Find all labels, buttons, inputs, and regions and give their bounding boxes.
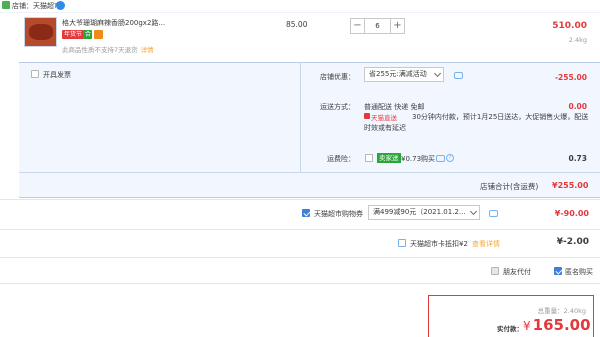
voucher-amount: ¥-90.00 — [554, 209, 589, 218]
insurance-checkbox[interactable] — [365, 154, 373, 162]
return-note-text: 此商品性质不支持7天退货 — [62, 46, 138, 54]
pay-label: 实付款： — [497, 325, 523, 333]
help-icon[interactable]: ? — [446, 154, 454, 162]
currency-symbol: ¥ — [523, 319, 531, 333]
shipping-method: 普通配送 快递 免邮 — [364, 103, 425, 111]
shipping-desc-2: 时效或有延迟 — [364, 124, 406, 132]
insurance-price: ¥0.73购买 — [401, 155, 436, 163]
coupon-selected: 省255元:满减活动 — [369, 70, 427, 78]
total-weight: 总重量：2.40kg — [537, 307, 586, 315]
insurance-amount: 0.73 — [568, 154, 587, 163]
shop-name[interactable]: 店铺：天猫超市 — [12, 1, 61, 11]
coupon-label: 店铺优惠： — [320, 73, 355, 81]
product-title[interactable]: 格大爷珊瑚麻辣香肠200gx2路... — [62, 18, 165, 28]
anonymous-label: 匿名购买 — [565, 268, 593, 276]
coupon-amount: -255.00 — [554, 73, 587, 82]
wangwang-chat-icon[interactable] — [56, 1, 65, 10]
pay-amount-value: 165.00 — [532, 316, 591, 334]
shop-bar: 店铺：天猫超市 — [0, 0, 600, 12]
shop-icon — [2, 1, 10, 9]
order-options-panel — [19, 62, 600, 198]
card-checkbox[interactable] — [398, 239, 406, 247]
chevron-down-icon — [433, 69, 442, 78]
message-icon[interactable] — [436, 155, 445, 162]
line-total: 510.00 — [552, 21, 587, 31]
qty-minus-button[interactable]: − — [351, 19, 364, 33]
pay-amount: ¥165.00 — [523, 316, 591, 334]
friend-pay-label: 朋友代付 — [503, 268, 531, 276]
voucher-checkbox[interactable] — [302, 209, 310, 217]
card-icon — [94, 30, 103, 39]
shipping-amount: 0.00 — [568, 102, 587, 111]
card-label: 天猫超市卡抵扣¥2 — [410, 240, 468, 248]
return-detail-link[interactable]: 详情 — [141, 46, 154, 54]
invoice-label: 开具发票 — [43, 71, 71, 79]
friend-pay-checkbox[interactable] — [491, 267, 499, 275]
divider — [0, 257, 600, 258]
invoice-checkbox[interactable] — [31, 70, 39, 78]
divider — [0, 229, 600, 230]
tmall-icon — [364, 113, 370, 119]
qty-plus-button[interactable]: + — [391, 19, 404, 33]
divider — [0, 199, 600, 200]
shop-total-amount: ¥255.00 — [552, 181, 589, 190]
insurance-badge: 卖家送 — [377, 153, 401, 163]
tmall-direct-label: 天猫直送 — [371, 114, 397, 122]
divider — [0, 283, 600, 284]
qty-input[interactable]: 6 — [364, 19, 391, 33]
card-amount: ¥-2.00 — [556, 237, 589, 247]
quantity-stepper: − 6 + — [350, 18, 405, 34]
insurance-label: 运费险： — [327, 155, 355, 163]
unit-price: 85.00 — [286, 20, 308, 29]
divider — [300, 62, 301, 172]
divider — [19, 172, 600, 173]
shop-total-label: 店铺合计(含运费) — [480, 182, 539, 191]
shipping-label: 运送方式： — [320, 103, 355, 111]
anonymous-checkbox[interactable] — [554, 267, 562, 275]
voucher-select[interactable]: 满499减90元（2021.01.2... — [368, 205, 480, 220]
promo-badge: 年货节 — [62, 30, 85, 39]
line-weight: 2.4kg — [568, 36, 587, 44]
service-badge: 合 — [83, 30, 92, 39]
message-icon[interactable] — [489, 210, 498, 217]
message-icon[interactable] — [454, 72, 463, 79]
product-thumbnail[interactable] — [24, 17, 57, 47]
return-note: 此商品性质不支持7天退货 详情 — [62, 44, 154, 54]
chevron-down-icon — [469, 207, 478, 216]
shipping-desc-1: 30分钟内付款，预计1月25日送达，大促销售火爆，配送 — [412, 113, 589, 121]
card-detail-link[interactable]: 查看详情 — [472, 239, 500, 249]
coupon-select[interactable]: 省255元:满减活动 — [364, 67, 444, 82]
voucher-label: 天猫超市购物券 — [314, 210, 363, 218]
voucher-selected: 满499减90元（2021.01.2... — [373, 208, 466, 216]
